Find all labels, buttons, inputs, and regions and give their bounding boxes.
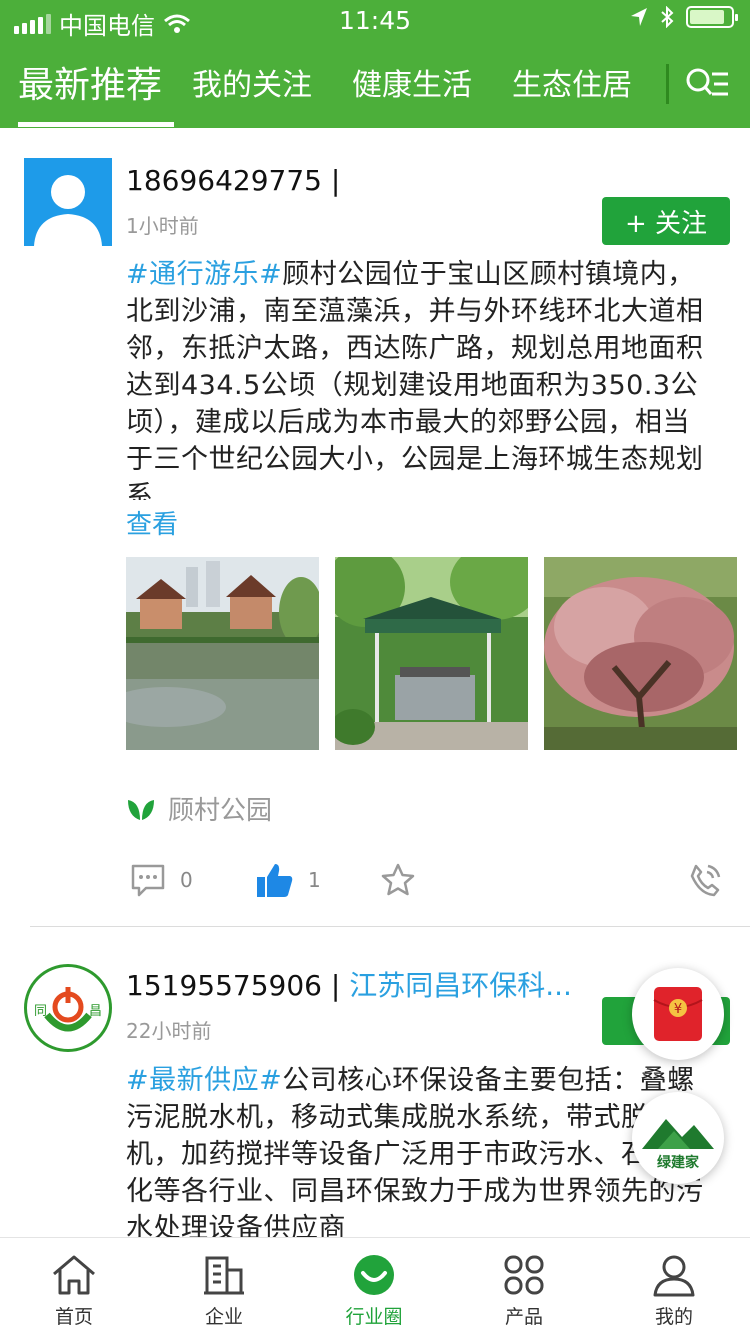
post-hashtag[interactable]: #最新供应# (126, 1065, 282, 1096)
logo-char-left: 同 (34, 1004, 47, 1019)
favorite-button[interactable] (380, 862, 416, 898)
company-name-link[interactable]: 江苏同昌环保科... (349, 969, 572, 1002)
post-location[interactable]: 顾村公园 (126, 790, 272, 827)
tab-divider (666, 64, 669, 104)
active-tab-indicator (18, 122, 174, 127)
post-username[interactable]: 18696429775 | (126, 164, 340, 197)
nav-mine-label: 我的 (654, 1306, 693, 1328)
status-bar: 中国电信 11:45 (0, 0, 750, 40)
villas-by-lake-image[interactable] (126, 557, 319, 750)
circle-icon (354, 1255, 394, 1295)
tab-healthy-life[interactable]: 健康生活 (352, 60, 472, 104)
post-time: 22小时前 (126, 1019, 212, 1043)
tab-eco-living[interactable]: 生态住居 (512, 60, 632, 104)
company-logo-avatar[interactable]: 同 昌 (24, 964, 112, 1052)
default-avatar-icon (34, 175, 102, 246)
nav-home[interactable]: 首页 (24, 1252, 124, 1329)
company-logo-icon: 同 昌 (30, 970, 106, 1046)
cherry-blossom-image[interactable] (544, 557, 737, 750)
view-more-link[interactable]: 查看 (126, 504, 178, 541)
person-icon (653, 1255, 695, 1297)
follow-button[interactable]: + 关注 (602, 197, 730, 245)
post-hashtag[interactable]: #通行游乐# (126, 259, 282, 290)
nav-products-label: 产品 (504, 1306, 543, 1328)
comment-button[interactable]: 0 (130, 862, 193, 898)
red-packet-symbol: ¥ (674, 1002, 682, 1017)
nav-industry-circle[interactable]: 行业圈 (324, 1252, 424, 1329)
red-packet-button[interactable]: ¥ (632, 968, 724, 1060)
gazebo-garden-image[interactable] (335, 557, 528, 750)
tab-latest[interactable]: 最新推荐 (18, 56, 162, 108)
logo-char-right: 昌 (89, 1004, 102, 1019)
red-envelope-icon: ¥ (653, 987, 703, 1041)
nav-products[interactable]: 产品 (474, 1252, 574, 1329)
post-divider (30, 926, 750, 927)
nav-home-label: 首页 (54, 1306, 93, 1328)
leaf-icon (128, 799, 154, 820)
building-icon (204, 1256, 244, 1295)
avatar[interactable] (24, 158, 112, 246)
phone-icon (690, 864, 721, 897)
mountain-logo-icon: 绿建家 (642, 1119, 714, 1171)
nav-mine[interactable]: 我的 (624, 1252, 724, 1329)
post-body: 顾村公园位于宝山区顾村镇境内，北到沙浦，南至蕰藻浜，并与外环线环北大道相邻，东抵… (126, 259, 704, 500)
post-content[interactable]: #通行游乐#顾村公园位于宝山区顾村镇境内，北到沙浦，南至蕰藻浜，并与外环线环北大… (126, 256, 716, 500)
location-label: 顾村公园 (168, 796, 273, 826)
comment-icon (131, 864, 165, 897)
post-username-number: 15195575906 | (126, 969, 341, 1002)
star-icon (381, 863, 415, 896)
grid-icon (504, 1255, 544, 1295)
thumbs-up-icon (257, 864, 293, 897)
brand-badge-button[interactable]: 绿建家 (632, 1092, 724, 1184)
like-button[interactable]: 1 (256, 862, 321, 898)
search-filter-button[interactable] (684, 64, 730, 104)
tab-following[interactable]: 我的关注 (192, 60, 312, 104)
post-actions: 0 1 (126, 862, 726, 910)
call-button[interactable] (688, 862, 722, 898)
nav-company-label: 企业 (204, 1306, 243, 1328)
post-time: 1小时前 (126, 214, 199, 238)
location-arrow-icon (631, 8, 647, 26)
search-list-icon (686, 68, 728, 96)
nav-industry-circle-label: 行业圈 (345, 1306, 403, 1328)
post-username[interactable]: 15195575906 | 江苏同昌环保科... (126, 964, 572, 1004)
bottom-nav: 首页 企业 行业圈 产品 我的 (0, 1237, 750, 1334)
comment-count: 0 (180, 868, 193, 892)
nav-company[interactable]: 企业 (174, 1252, 274, 1329)
top-tabs: 最新推荐 我的关注 健康生活 生态住居 (0, 50, 750, 128)
header: 中国电信 11:45 最新推荐 我的关注 健康生活 生态住居 (0, 0, 750, 128)
home-icon (53, 1255, 95, 1295)
like-count: 1 (308, 868, 321, 892)
battery-icon (686, 6, 738, 28)
post-content[interactable]: #最新供应#公司核心环保设备主要包括：叠螺污泥脱水机，移动式集成脱水系统，带式脱… (126, 1062, 716, 1237)
brand-badge-label: 绿建家 (657, 1154, 700, 1171)
bluetooth-icon (661, 6, 674, 28)
post-images (126, 557, 737, 750)
